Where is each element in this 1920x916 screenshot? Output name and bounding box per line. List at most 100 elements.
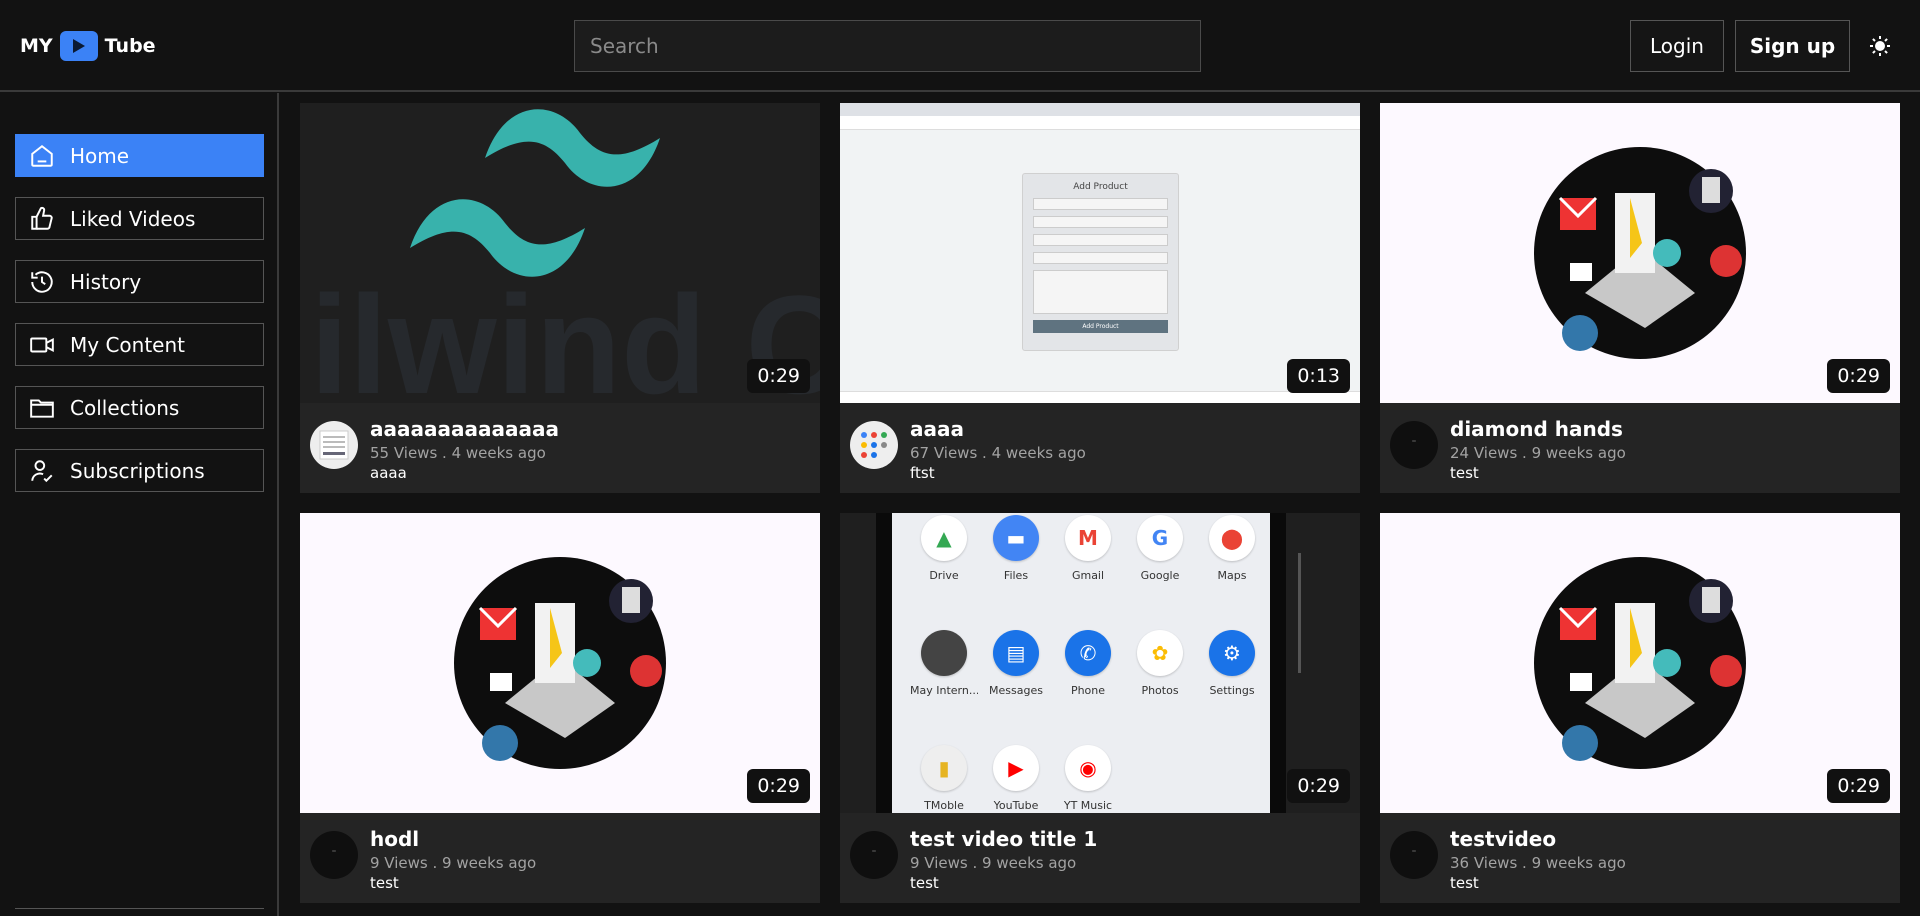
svg-text:ilwind C: ilwind C [310, 266, 820, 403]
sidebar-item-subscriptions[interactable]: Subscriptions [15, 449, 264, 492]
channel-name[interactable]: ftst [910, 464, 935, 482]
app-icon: ✿ Photos [1126, 630, 1194, 697]
video-meta: 67 Views . 4 weeks ago [910, 444, 1086, 462]
video-meta: 24 Views . 9 weeks ago [1450, 444, 1626, 462]
app-label: Messages [989, 684, 1043, 697]
app-label: Gmail [1071, 569, 1105, 582]
app-icon: M Gmail [1054, 515, 1122, 582]
sidebar-item-label: Collections [70, 395, 180, 420]
sidebar-item-label: Home [70, 143, 130, 168]
app-icon: ✆ Phone [1054, 630, 1122, 697]
video-card[interactable]: Add Product Add Product 0:13 aaaa 67 Vie… [840, 103, 1360, 493]
sidebar-divider [15, 908, 264, 916]
video-camera-icon [28, 331, 56, 359]
video-title[interactable]: hodl [370, 827, 419, 851]
app-label: Photos [1141, 684, 1179, 697]
phone-screen: ▲ Drive ▬ Files M Gmail G Google ⬤ Maps May Intern… [892, 513, 1270, 813]
video-card[interactable]: 0:29 ¨ hodl 9 Views . 9 weeks ago test [300, 513, 820, 903]
sidebar-item-home[interactable]: Home [15, 134, 264, 177]
app-label: Maps [1217, 569, 1247, 582]
sidebar-item-label: Liked Videos [70, 206, 196, 231]
channel-name[interactable]: test [1450, 464, 1479, 482]
app-label: Google [1140, 569, 1180, 582]
channel-name[interactable]: test [370, 874, 399, 892]
app-icon: ▤ Messages [982, 630, 1050, 697]
play-icon [59, 31, 98, 61]
search-input[interactable]: Search [574, 20, 1201, 72]
video-title[interactable]: aaaa [910, 417, 964, 441]
avatar[interactable]: ¨ [1390, 831, 1438, 879]
app-label: Settings [1209, 684, 1255, 697]
sidebar-item-my-content[interactable]: My Content [15, 323, 264, 366]
video-thumbnail[interactable]: 0:29 [300, 513, 820, 813]
video-card[interactable]: ▲ Drive ▬ Files M Gmail G Google ⬤ Maps May Intern… [840, 513, 1360, 903]
video-duration: 0:29 [747, 769, 810, 803]
sidebar: Home Liked Videos History My Content Col… [0, 93, 279, 916]
logo-text-right: Tube [104, 35, 156, 57]
app-label: YT Music [1063, 799, 1113, 812]
avatar[interactable]: ¨ [1390, 421, 1438, 469]
video-thumbnail[interactable]: 0:29 [1380, 513, 1900, 813]
avatar[interactable]: ¨ [850, 831, 898, 879]
app-label: Drive [929, 569, 959, 582]
video-meta: 55 Views . 4 weeks ago [370, 444, 546, 462]
sidebar-item-liked-videos[interactable]: Liked Videos [15, 197, 264, 240]
video-title[interactable]: test video title 1 [910, 827, 1097, 851]
video-title[interactable]: aaaaaaaaaaaaaa [370, 417, 559, 441]
sidebar-item-label: History [70, 269, 142, 294]
login-button[interactable]: Login [1630, 20, 1724, 72]
thumbs-up-icon [28, 205, 56, 233]
video-title[interactable]: diamond hands [1450, 417, 1623, 441]
video-duration: 0:29 [1827, 769, 1890, 803]
avatar[interactable] [850, 421, 898, 469]
video-duration: 0:29 [1827, 359, 1890, 393]
user-check-icon [28, 457, 56, 485]
sidebar-item-label: Subscriptions [70, 458, 205, 483]
app-label: Phone [1070, 684, 1106, 697]
app-label: YouTube [993, 799, 1039, 812]
app-icon: ◉ YT Music [1054, 745, 1122, 812]
form-submit: Add Product [1033, 320, 1168, 333]
home-icon [28, 142, 56, 170]
avatar[interactable] [310, 421, 358, 469]
video-thumbnail[interactable]: ilwind C 0:29 [300, 103, 820, 403]
video-meta: 9 Views . 9 weeks ago [910, 854, 1077, 872]
app-icon: G Google [1126, 515, 1194, 582]
sidebar-item-collections[interactable]: Collections [15, 386, 264, 429]
video-duration: 0:13 [1287, 359, 1350, 393]
app-icon: ⬤ Maps [1198, 515, 1266, 582]
video-card[interactable]: ilwind C 0:29 aaaaaaaaaaaaaa 55 Views . … [300, 103, 820, 493]
sidebar-item-label: My Content [70, 332, 185, 357]
header: MY Tube Search Login Sign up [0, 0, 1920, 92]
app-label: Files [1003, 569, 1029, 582]
app-label: TMoble [924, 799, 964, 812]
channel-name[interactable]: test [910, 874, 939, 892]
video-duration: 0:29 [747, 359, 810, 393]
logo-text-left: MY [20, 35, 53, 57]
video-card[interactable]: 0:29 ¨ diamond hands 24 Views . 9 weeks … [1380, 103, 1900, 493]
video-duration: 0:29 [1287, 769, 1350, 803]
channel-name[interactable]: test [1450, 874, 1479, 892]
app-label: May Intern... [910, 684, 978, 697]
form-title: Add Product [1073, 182, 1128, 192]
video-title[interactable]: testvideo [1450, 827, 1556, 851]
sidebar-item-history[interactable]: History [15, 260, 264, 303]
channel-name[interactable]: aaaa [370, 464, 407, 482]
app-icon: ▲ Drive [910, 515, 978, 582]
signup-button[interactable]: Sign up [1735, 20, 1850, 72]
video-thumbnail[interactable]: 0:29 [1380, 103, 1900, 403]
app-icon: ▬ Files [982, 515, 1050, 582]
app-icon: ▶ YouTube [982, 745, 1050, 812]
app-icon: ⚙ Settings [1198, 630, 1266, 697]
avatar[interactable]: ¨ [310, 831, 358, 879]
app-icon: ▮ TMoble [910, 745, 978, 812]
video-meta: 36 Views . 9 weeks ago [1450, 854, 1626, 872]
sun-icon[interactable] [1868, 34, 1892, 58]
app-icon: May Intern... [910, 630, 978, 697]
history-icon [28, 268, 56, 296]
video-card[interactable]: 0:29 ¨ testvideo 36 Views . 9 weeks ago … [1380, 513, 1900, 903]
folder-icon [28, 394, 56, 422]
logo[interactable]: MY Tube [20, 31, 156, 61]
video-thumbnail[interactable]: ▲ Drive ▬ Files M Gmail G Google ⬤ Maps May Intern… [840, 513, 1360, 813]
video-thumbnail[interactable]: Add Product Add Product 0:13 [840, 103, 1360, 403]
